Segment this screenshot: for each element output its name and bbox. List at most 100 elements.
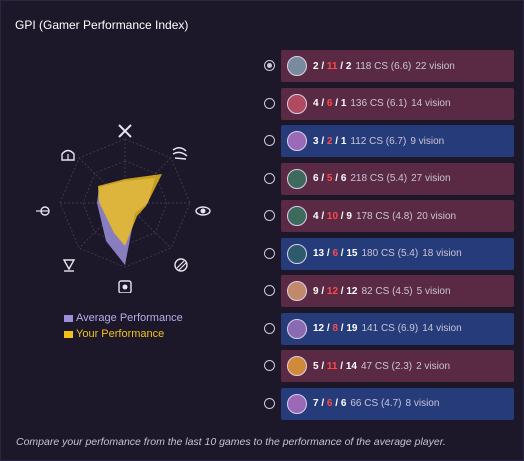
champion-portrait — [287, 168, 307, 189]
kda: 2 / 11 / 2 — [313, 60, 352, 72]
game-card[interactable]: 6 / 5 / 6 218 CS (5.4) 27 vision — [281, 162, 514, 195]
game-select-radio[interactable] — [264, 247, 275, 259]
kda: 6 / 5 / 6 — [313, 173, 347, 184]
kda: 3 / 2 / 1 — [313, 135, 347, 147]
kills: 12 — [313, 323, 325, 334]
game-select-radio[interactable] — [264, 285, 275, 296]
assists: 12 — [346, 285, 358, 297]
striped-orb-icon — [174, 258, 188, 272]
deaths: 10 — [326, 210, 339, 222]
game-stats: 4 / 10 / 9 178 CS (4.8) 20 vision — [313, 211, 456, 222]
game-select-radio[interactable] — [264, 97, 275, 109]
vision-stat: 22 vision — [415, 60, 455, 72]
kills: 13 — [313, 248, 325, 259]
champion-portrait — [287, 318, 307, 339]
game-row[interactable]: 2 / 11 / 2 118 CS (6.6) 22 vision — [259, 50, 515, 82]
game-stats: 7 / 6 / 6 66 CS (4.7) 8 vision — [313, 398, 439, 409]
average-swatch — [64, 314, 73, 322]
game-select-radio[interactable] — [264, 60, 275, 71]
cs-stat: 180 CS (5.4) — [361, 248, 419, 259]
champion-portrait — [287, 56, 307, 76]
kda: 4 / 6 / 1 — [313, 98, 347, 109]
game-list: 2 / 11 / 2 118 CS (6.6) 22 vision 4 / 6 / … — [259, 50, 515, 425]
champion-portrait — [287, 93, 307, 114]
cs-stat: 178 CS (4.8) — [355, 210, 413, 222]
game-row[interactable]: 9 / 12 / 12 82 CS (4.5) 5 vision — [259, 275, 515, 307]
game-row[interactable]: 13 / 6 / 15 180 CS (5.4) 18 vision — [259, 237, 515, 270]
cs-stat: 66 CS (4.7) — [350, 398, 402, 409]
cs-stat: 112 CS (6.7) — [350, 135, 407, 147]
radar-legend: Average Performance Your Performance — [64, 310, 183, 342]
champion-portrait — [287, 393, 307, 414]
champion-portrait — [287, 131, 307, 151]
game-row[interactable]: 7 / 6 / 6 66 CS (4.7) 8 vision — [259, 387, 515, 420]
legend-yours-label: Your Performance — [76, 328, 165, 340]
game-stats: 12 / 8 / 19 141 CS (6.9) 14 vision — [313, 323, 462, 334]
game-card[interactable]: 5 / 11 / 14 47 CS (2.3) 2 vision — [281, 350, 514, 382]
game-stats: 5 / 11 / 14 47 CS (2.3) 2 vision — [313, 361, 450, 372]
assists: 14 — [345, 360, 357, 372]
legend-average: Average Performance — [64, 310, 183, 326]
game-select-radio[interactable] — [264, 360, 275, 371]
assists: 6 — [340, 398, 347, 409]
cs-stat: 218 CS (5.4) — [350, 173, 408, 184]
deaths: 11 — [326, 60, 338, 72]
champion-portrait — [287, 206, 307, 226]
page-title: GPI (Gamer Performance Index) — [15, 18, 189, 32]
cs-stat: 82 CS (4.5) — [361, 285, 413, 297]
game-card[interactable]: 3 / 2 / 1 112 CS (6.7) 9 vision — [281, 125, 514, 157]
cs-stat: 136 CS (6.1) — [350, 98, 408, 109]
vision-stat: 18 vision — [422, 248, 462, 259]
champion-portrait — [287, 356, 307, 376]
game-card[interactable]: 4 / 6 / 1 136 CS (6.1) 14 vision — [281, 87, 514, 120]
game-card[interactable]: 2 / 11 / 2 118 CS (6.6) 22 vision — [281, 50, 514, 82]
lantern-icon — [62, 259, 76, 272]
vision-stat: 9 vision — [410, 135, 445, 147]
cs-stat: 118 CS (6.6) — [355, 60, 412, 72]
game-row[interactable]: 6 / 5 / 6 218 CS (5.4) 27 vision — [259, 162, 515, 195]
assists: 1 — [340, 98, 347, 109]
assists: 9 — [346, 210, 352, 222]
game-row[interactable]: 5 / 11 / 14 47 CS (2.3) 2 vision — [259, 350, 515, 382]
game-select-radio[interactable] — [264, 210, 275, 221]
game-select-radio[interactable] — [264, 135, 275, 146]
yours-swatch — [64, 330, 73, 338]
game-select-radio[interactable] — [264, 322, 275, 334]
game-row[interactable]: 4 / 6 / 1 136 CS (6.1) 14 vision — [259, 87, 515, 120]
assists: 1 — [340, 135, 347, 147]
vision-stat: 5 vision — [416, 285, 451, 297]
helmet-icon — [61, 149, 75, 161]
vision-stat: 14 vision — [422, 323, 462, 334]
game-stats: 13 / 6 / 15 180 CS (5.4) 18 vision — [313, 248, 462, 259]
assists: 6 — [340, 173, 347, 184]
champion-portrait — [287, 281, 307, 301]
game-row[interactable]: 3 / 2 / 1 112 CS (6.7) 9 vision — [259, 125, 515, 157]
kda: 12 / 8 / 19 — [313, 323, 358, 334]
game-select-radio[interactable] — [264, 172, 275, 184]
kda: 7 / 6 / 6 — [313, 398, 347, 409]
game-stats: 6 / 5 / 6 218 CS (5.4) 27 vision — [313, 173, 451, 184]
eye-icon — [195, 206, 211, 216]
game-stats: 9 / 12 / 12 82 CS (4.5) 5 vision — [313, 286, 451, 297]
game-stats: 2 / 11 / 2 118 CS (6.6) 22 vision — [313, 61, 455, 72]
game-card[interactable]: 4 / 10 / 9 178 CS (4.8) 20 vision — [281, 200, 514, 232]
radar-chart — [36, 124, 211, 293]
wind-dash-icon — [172, 147, 188, 160]
game-row[interactable]: 12 / 8 / 19 141 CS (6.9) 14 vision — [259, 312, 515, 345]
game-stats: 4 / 6 / 1 136 CS (6.1) 14 vision — [313, 98, 451, 109]
cs-stat: 47 CS (2.3) — [360, 360, 413, 372]
gpi-panel: GPI (Gamer Performance Index) Average Pe… — [0, 0, 524, 461]
game-stats: 3 / 2 / 1 112 CS (6.7) 9 vision — [313, 136, 444, 147]
game-card[interactable]: 7 / 6 / 6 66 CS (4.7) 8 vision — [281, 387, 514, 420]
vision-stat: 8 vision — [405, 398, 440, 409]
game-card[interactable]: 13 / 6 / 15 180 CS (5.4) 18 vision — [281, 237, 514, 270]
vision-stat: 27 vision — [411, 173, 451, 184]
legend-average-label: Average Performance — [76, 312, 183, 324]
game-card[interactable]: 12 / 8 / 19 141 CS (6.9) 14 vision — [281, 312, 514, 345]
game-select-radio[interactable] — [264, 397, 275, 409]
footer-note: Compare your perfomance from the last 10… — [16, 436, 446, 448]
shield-heart-icon — [118, 280, 132, 293]
deaths: 12 — [326, 285, 339, 297]
game-row[interactable]: 4 / 10 / 9 178 CS (4.8) 20 vision — [259, 200, 515, 232]
game-card[interactable]: 9 / 12 / 12 82 CS (4.5) 5 vision — [281, 275, 514, 307]
